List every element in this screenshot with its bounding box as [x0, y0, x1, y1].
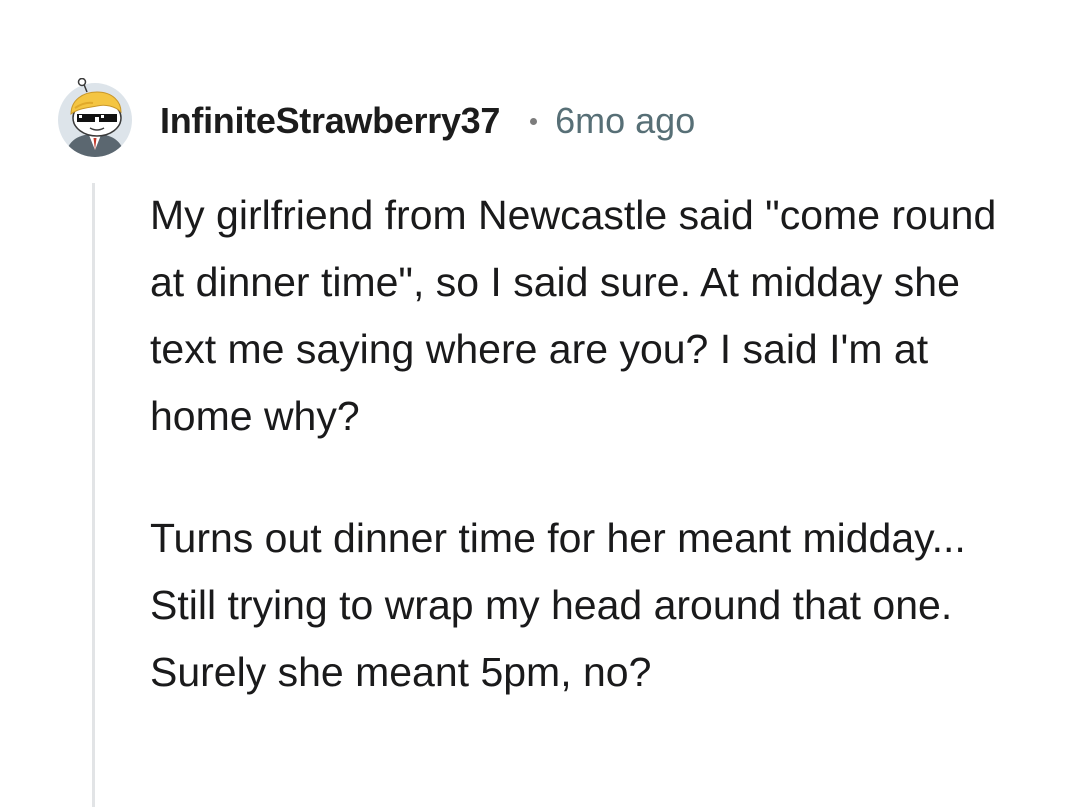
snoo-avatar-sunglasses-icon	[58, 77, 132, 157]
separator-dot-icon	[530, 117, 538, 125]
thread-line[interactable]	[92, 183, 95, 807]
user-avatar[interactable]	[57, 77, 133, 158]
comment-header: InfiniteStrawberry37 6mo ago	[160, 96, 695, 146]
comment-paragraph: My girlfriend from Newcastle said "come …	[150, 192, 997, 439]
timestamp[interactable]: 6mo ago	[555, 100, 695, 142]
comment-paragraph: Turns out dinner time for her meant midd…	[150, 515, 966, 695]
username-link[interactable]: InfiniteStrawberry37	[160, 100, 500, 142]
comment: InfiniteStrawberry37 6mo ago My girlfrie…	[0, 0, 1080, 807]
comment-body: My girlfriend from Newcastle said "come …	[150, 182, 1030, 706]
